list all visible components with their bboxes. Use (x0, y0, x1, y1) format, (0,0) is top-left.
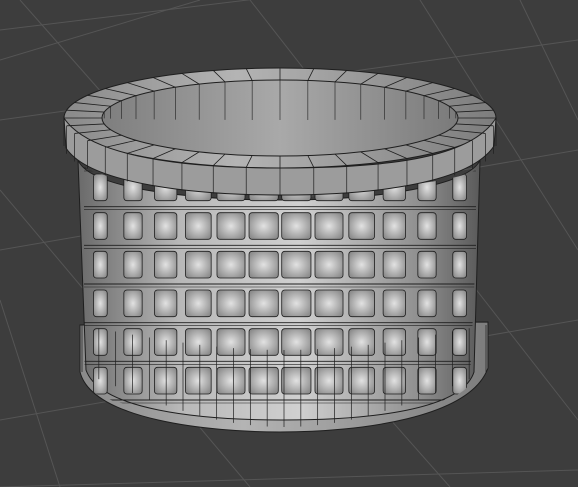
basket-cell (281, 289, 312, 318)
mesh-object[interactable] (63, 67, 497, 433)
basket-cell (452, 250, 467, 279)
basket-cell (93, 328, 108, 356)
basket-cell (248, 289, 279, 318)
basket-cell (452, 328, 467, 356)
basket-cell (93, 366, 108, 395)
grid-line (0, 469, 578, 487)
basket-cell (216, 250, 246, 279)
basket-cell (154, 366, 178, 395)
basket-cell (185, 366, 212, 395)
basket-cell (185, 212, 212, 240)
basket-cell (185, 289, 212, 318)
basket-cell (216, 289, 246, 318)
basket-cell (248, 250, 279, 279)
basket-cell (123, 289, 143, 318)
basket-cell (452, 289, 467, 318)
basket-cell (382, 212, 406, 240)
grid-line (0, 0, 252, 31)
basket-cell (123, 250, 143, 279)
basket-cell (314, 250, 344, 279)
basket-cell (314, 212, 344, 240)
basket-cell (154, 289, 178, 318)
grid-line (0, 0, 201, 61)
basket-cell (154, 250, 178, 279)
basket-cell (348, 212, 375, 240)
basket-cell (314, 366, 344, 395)
basket-cell (93, 250, 108, 279)
basket-cell (348, 250, 375, 279)
basket-cell (185, 328, 212, 356)
basket-cell (452, 212, 467, 240)
basket-cell (154, 212, 178, 240)
basket-cell (248, 328, 279, 356)
basket-cell (382, 250, 406, 279)
basket-cell (348, 289, 375, 318)
basket-cell (216, 328, 246, 356)
basket-cell (281, 212, 312, 240)
basket-cell (417, 328, 437, 356)
basket-cell (314, 328, 344, 356)
viewport-canvas[interactable] (0, 0, 578, 487)
basket-cell (314, 289, 344, 318)
basket-cell (417, 289, 437, 318)
basket-cell (417, 366, 437, 395)
basket-cell (281, 328, 312, 356)
basket-cell (382, 289, 406, 318)
basket-cell (248, 366, 279, 395)
basket-cell (123, 328, 143, 356)
basket-cell (281, 250, 312, 279)
basket-cell (123, 366, 143, 395)
grid-line (0, 299, 61, 487)
basket-cell (417, 212, 437, 240)
basket-cell (123, 212, 143, 240)
basket-cell (93, 289, 108, 318)
basket-cell (185, 250, 212, 279)
basket-cell (216, 212, 246, 240)
basket-cell (93, 212, 108, 240)
basket-cell (216, 366, 246, 395)
basket-cell (154, 328, 178, 356)
basket-cell (93, 173, 108, 202)
3d-viewport[interactable] (0, 0, 578, 487)
grid-line (519, 0, 578, 121)
basket-cell (348, 366, 375, 395)
basket-cell (452, 173, 467, 202)
basket-cell (281, 366, 312, 395)
basket-cell (417, 250, 437, 279)
basket-cell (348, 328, 375, 356)
basket-cell (248, 212, 279, 240)
